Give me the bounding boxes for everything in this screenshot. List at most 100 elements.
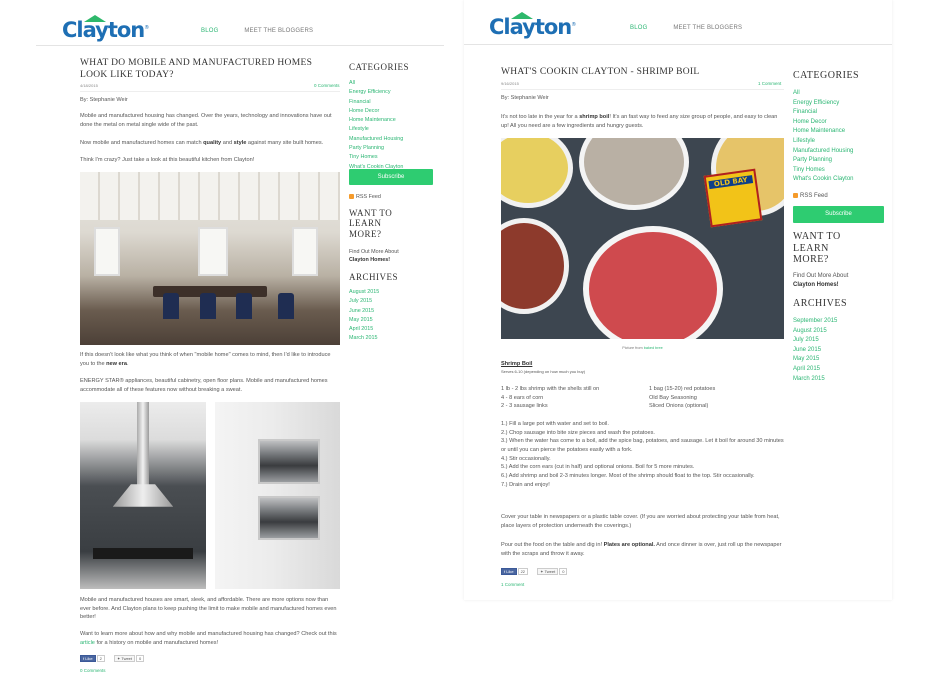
range-hood-photo (80, 402, 206, 589)
old-bay-label: OLD BAY (708, 175, 754, 190)
ingredient-item: 1 lb - 2 lbs shrimp with the shells stil… (501, 386, 600, 392)
archive-link[interactable]: July 2015 (793, 336, 837, 346)
archive-link[interactable]: April 2015 (349, 325, 379, 334)
recipe-step: 3.) When the water has come to a boil, a… (501, 438, 784, 453)
like-count: 2 (96, 655, 105, 662)
archive-link[interactable]: April 2015 (793, 365, 837, 375)
twitter-bird-icon: ✦ (540, 569, 544, 574)
ingredient-item: Old Bay Seasoning (649, 394, 697, 401)
comments-bottom-link[interactable]: 0 Comments (80, 668, 106, 673)
category-link[interactable]: Financial (349, 98, 403, 107)
post-title[interactable]: WHAT'S COOKIN CLAYTON - SHRIMP BOIL (501, 67, 761, 79)
kitchen-photo (80, 172, 340, 345)
category-link[interactable]: Party Planning (793, 156, 854, 166)
archive-link[interactable]: September 2015 (793, 317, 837, 327)
logo-mark: ® (571, 22, 576, 28)
tweet-button[interactable]: ✦ Tweet (537, 568, 559, 575)
clayton-homes-link[interactable]: Clayton Homes! (349, 257, 390, 263)
category-link[interactable]: Lifestyle (793, 137, 854, 147)
archive-link[interactable]: March 2015 (349, 334, 379, 343)
category-link[interactable]: Financial (793, 108, 854, 118)
nav-blog[interactable]: BLOG (630, 25, 647, 31)
post-title[interactable]: WHAT DO MOBILE AND MANUFACTURED HOMES LO… (80, 58, 336, 82)
logo-mark: ® (144, 25, 149, 31)
share-buttons: f Like 22 ✦ Tweet 0 (501, 568, 575, 575)
facebook-like-button[interactable]: f Like (501, 568, 517, 575)
like-count: 22 (517, 568, 529, 575)
find-out-more: Find Out More About Clayton Homes! (793, 273, 849, 289)
clayton-logo[interactable]: Clayton® (489, 12, 576, 39)
category-link[interactable]: Tiny Homes (793, 166, 854, 176)
archive-link[interactable]: August 2015 (349, 288, 379, 297)
archive-list: September 2015 August 2015 July 2015 June 2… (793, 317, 837, 384)
category-link[interactable]: All (349, 79, 403, 88)
main-nav: BLOG MEET THE BLOGGERS (201, 28, 337, 34)
archive-link[interactable]: May 2015 (793, 355, 837, 365)
cover-paragraph: Cover your table in newspapers or a plas… (501, 514, 780, 529)
rss-icon (793, 193, 798, 198)
archive-link[interactable]: May 2015 (349, 316, 379, 325)
category-link[interactable]: All (793, 89, 854, 99)
facebook-like-button[interactable]: f Like (80, 655, 96, 662)
recipe-step: 2.) Chop sausage into bite size pieces a… (501, 429, 655, 436)
category-list: All Energy Efficiency Financial Home Decor H… (793, 89, 854, 185)
archive-link[interactable]: August 2015 (793, 327, 837, 337)
category-link[interactable]: Lifestyle (349, 125, 403, 134)
clayton-logo[interactable]: Clayton® (62, 15, 149, 42)
archive-link[interactable]: July 2015 (349, 297, 379, 306)
subscribe-button[interactable]: Subscribe (793, 206, 884, 223)
recipe-serves: Serves 6-10 (depending on how much you b… (501, 369, 586, 374)
wall-oven-photo (215, 402, 340, 589)
paragraph-4: If this doesn't look like what you think… (80, 352, 331, 367)
archive-link[interactable]: June 2015 (793, 346, 837, 356)
category-link[interactable]: Tiny Homes (349, 153, 403, 162)
photo-credit-link[interactable]: baked bree (644, 346, 663, 350)
recipe-step: 5.) Add the corn ears (cut in half) and … (501, 464, 695, 471)
left-blog-page: Clayton® BLOG MEET THE BLOGGERS WHAT DO … (36, 0, 444, 683)
rss-icon (349, 194, 354, 199)
recipe-step: 4.) Stir occasionally. (501, 455, 551, 462)
category-link[interactable]: Energy Efficiency (793, 99, 854, 109)
archive-link[interactable]: June 2015 (349, 307, 379, 316)
right-blog-page: Clayton® BLOG MEET THE BLOGGERS WHAT'S C… (464, 0, 892, 600)
learn-more-heading: WANT TO LEARN MORE? (349, 208, 393, 239)
comments-bottom-link[interactable]: 1 Comment (501, 582, 524, 587)
paragraph-7: Want to learn more about how and why mob… (80, 631, 337, 646)
author-line: By: Stephanie Weir (80, 97, 128, 103)
category-link[interactable]: Energy Efficiency (349, 88, 403, 97)
category-link[interactable]: Home Decor (349, 107, 403, 116)
roof-icon (511, 12, 533, 19)
paragraph-5: ENERGY STAR® appliances, beautiful cabin… (80, 378, 328, 393)
clayton-homes-link[interactable]: Clayton Homes! (793, 282, 839, 288)
post-date: 4/18/2015 (80, 83, 98, 88)
header-divider (464, 44, 892, 45)
nav-meet-the-bloggers[interactable]: MEET THE BLOGGERS (244, 28, 313, 34)
tweet-count: 0 (136, 655, 145, 662)
archives-heading: ARCHIVES (349, 272, 399, 282)
category-link[interactable]: Manufactured Housing (793, 147, 854, 157)
rss-feed-link[interactable]: RSS Feed (349, 194, 381, 200)
category-link[interactable]: Manufactured Housing (349, 135, 403, 144)
title-divider (80, 91, 340, 92)
category-link[interactable]: Party Planning (349, 144, 403, 153)
paragraph-3: Think I'm crazy? Just take a look at thi… (80, 157, 255, 163)
main-nav: BLOG MEET THE BLOGGERS (630, 25, 766, 31)
category-link[interactable]: Home Maintenance (349, 116, 403, 125)
nav-blog[interactable]: BLOG (201, 28, 218, 34)
category-link[interactable]: Home Decor (793, 118, 854, 128)
rss-feed-link[interactable]: RSS Feed (793, 193, 828, 199)
learn-more-heading: WANT TO LEARN MORE? (793, 231, 841, 265)
category-link[interactable]: Home Maintenance (793, 127, 854, 137)
category-link[interactable]: What's Cookin Clayton (793, 175, 854, 185)
recipe-step: 1.) Fill a large pot with water and set … (501, 421, 609, 427)
roof-icon (84, 15, 106, 22)
archive-link[interactable]: March 2015 (793, 375, 837, 385)
article-link[interactable]: article (80, 640, 95, 646)
nav-meet-the-bloggers[interactable]: MEET THE BLOGGERS (673, 25, 742, 31)
subscribe-button[interactable]: Subscribe (349, 169, 433, 185)
share-buttons: f Like 2 ✦ Tweet 0 (80, 655, 152, 662)
comments-count-link[interactable]: 0 Comments (314, 83, 340, 88)
tweet-button[interactable]: ✦ Tweet (113, 655, 136, 662)
comments-count-link[interactable]: 1 Comment (758, 81, 781, 86)
ingredients-left: 1 lb - 2 lbs shrimp with the shells stil… (501, 385, 651, 411)
